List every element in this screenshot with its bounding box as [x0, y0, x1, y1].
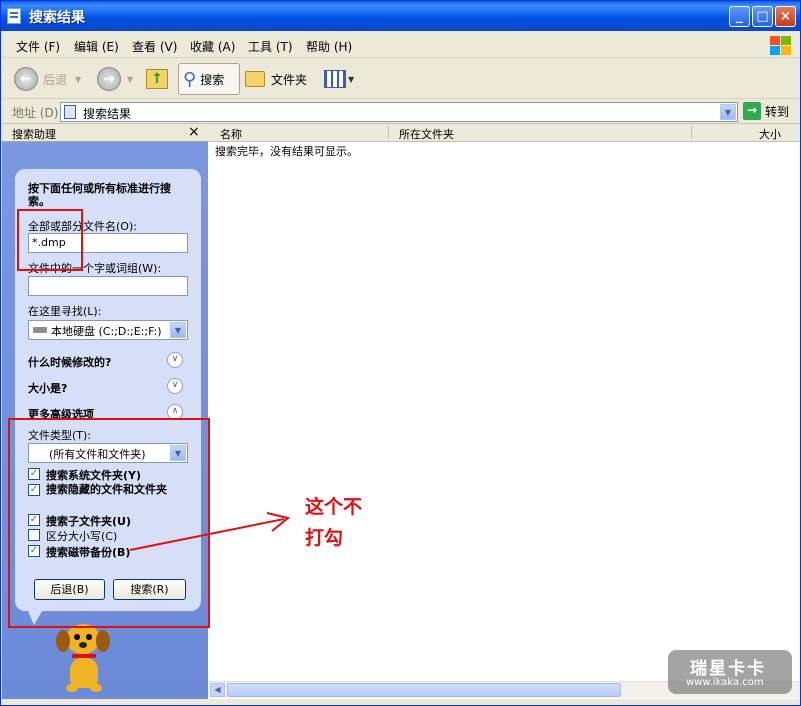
address-input[interactable]: 搜索结果 ▼ — [60, 102, 738, 122]
menu-bar: 文件 (F) 编辑 (E) 查看 (V) 收藏 (A) 工具 (T) 帮助 (H… — [2, 32, 800, 58]
highlight-filename — [17, 209, 83, 271]
folders-button[interactable]: 文件夹 — [245, 63, 307, 95]
pane-title: 搜索助理 — [12, 128, 56, 141]
folder-up-icon: ↑ — [146, 69, 168, 89]
look-in-value: 本地硬盘 (C:;D:;E:;F:) — [51, 325, 162, 338]
search-button[interactable]: ⚲ 搜索 — [178, 63, 240, 95]
menu-edit[interactable]: 编辑 (E) — [74, 38, 119, 55]
column-divider[interactable] — [388, 126, 389, 138]
views-icon — [324, 70, 346, 88]
folders-label: 文件夹 — [271, 72, 308, 87]
word-phrase-input[interactable] — [28, 276, 188, 296]
column-header-folder[interactable]: 所在文件夹 — [399, 126, 454, 142]
menu-view[interactable]: 查看 (V) — [132, 38, 177, 55]
look-in-label: 在这里寻找(L): — [28, 305, 102, 318]
search-prompt: 按下面任何或所有标准进行搜索。 — [28, 182, 171, 208]
when-modified-section[interactable]: 什么时候修改的? — [28, 354, 111, 370]
go-button[interactable]: → 转到 — [743, 102, 789, 120]
up-folder-button[interactable]: ↑ — [146, 63, 168, 95]
minimize-button[interactable]: _ — [729, 6, 750, 27]
back-label: 后退 — [43, 72, 68, 87]
column-divider[interactable] — [691, 126, 692, 138]
folder-icon — [245, 71, 265, 87]
chevron-down-icon[interactable]: ▼ — [720, 104, 736, 120]
highlight-advanced-options — [8, 418, 210, 628]
expand-icon[interactable]: ∨ — [167, 378, 183, 394]
search-results-icon — [7, 8, 21, 24]
chevron-down-icon: ▼ — [170, 322, 186, 338]
pane-header: 搜索助理 × — [2, 124, 208, 142]
close-icon[interactable]: × — [188, 124, 200, 140]
windows-logo-icon — [768, 35, 792, 57]
menu-favorites[interactable]: 收藏 (A) — [190, 38, 235, 55]
scroll-left-icon[interactable]: ◀ — [210, 683, 225, 697]
toolbar: ← 后退 ▼ → ▼ ↑ ⚲ 搜索 文件夹 ▼ — [2, 59, 800, 99]
results-message: 搜索完毕，没有结果可显示。 — [215, 145, 358, 158]
annotation-text-line2: 打勾 — [305, 527, 344, 549]
column-header-size[interactable]: 大小 — [759, 126, 781, 142]
expand-icon[interactable]: ∨ — [167, 352, 183, 368]
search-results-icon — [64, 105, 76, 119]
chevron-down-icon: ▼ — [75, 74, 82, 84]
column-header-name[interactable]: 名称 — [220, 126, 242, 142]
watermark-brand: 瑞星卡卡 — [690, 659, 766, 679]
close-button[interactable]: × — [775, 6, 796, 27]
scroll-thumb[interactable] — [227, 683, 621, 697]
window-title: 搜索结果 — [29, 10, 85, 26]
search-label: 搜索 — [200, 72, 225, 87]
column-header-row: 名称 所在文件夹 大小 — [208, 124, 800, 142]
forward-button[interactable]: → ▼ — [97, 63, 133, 95]
go-label: 转到 — [765, 104, 790, 119]
go-arrow-icon: → — [743, 102, 761, 120]
views-button[interactable]: ▼ — [324, 63, 354, 95]
menu-tools[interactable]: 工具 (T) — [248, 38, 293, 55]
size-section[interactable]: 大小是? — [28, 380, 67, 396]
back-arrow-icon: ← — [14, 67, 38, 91]
menu-file[interactable]: 文件 (F) — [16, 38, 60, 55]
chevron-down-icon: ▼ — [127, 74, 134, 84]
watermark: 瑞星卡卡 www.ikaka.com — [668, 650, 792, 694]
watermark-url: www.ikaka.com — [686, 677, 764, 688]
annotation-text-line1: 这个不 — [305, 496, 363, 518]
title-bar[interactable]: 搜索结果 _ □ × — [1, 1, 800, 31]
search-dog-icon[interactable] — [54, 624, 114, 694]
menu-help[interactable]: 帮助 (H) — [306, 38, 352, 55]
drive-icon — [33, 327, 47, 333]
address-label: 地址 (D) — [12, 106, 59, 120]
forward-arrow-icon: → — [97, 67, 121, 91]
maximize-button[interactable]: □ — [752, 6, 773, 27]
back-button[interactable]: ← 后退 ▼ — [14, 63, 81, 95]
address-value: 搜索结果 — [83, 107, 132, 121]
results-pane: 名称 所在文件夹 大小 搜索完毕，没有结果可显示。 ◀ — [208, 124, 800, 699]
chevron-down-icon: ▼ — [348, 74, 355, 84]
magnifier-icon: ⚲ — [183, 68, 197, 90]
look-in-select[interactable]: 本地硬盘 (C:;D:;E:;F:) ▼ — [28, 320, 188, 340]
address-bar: 地址 (D) 搜索结果 ▼ → 转到 — [2, 100, 800, 124]
